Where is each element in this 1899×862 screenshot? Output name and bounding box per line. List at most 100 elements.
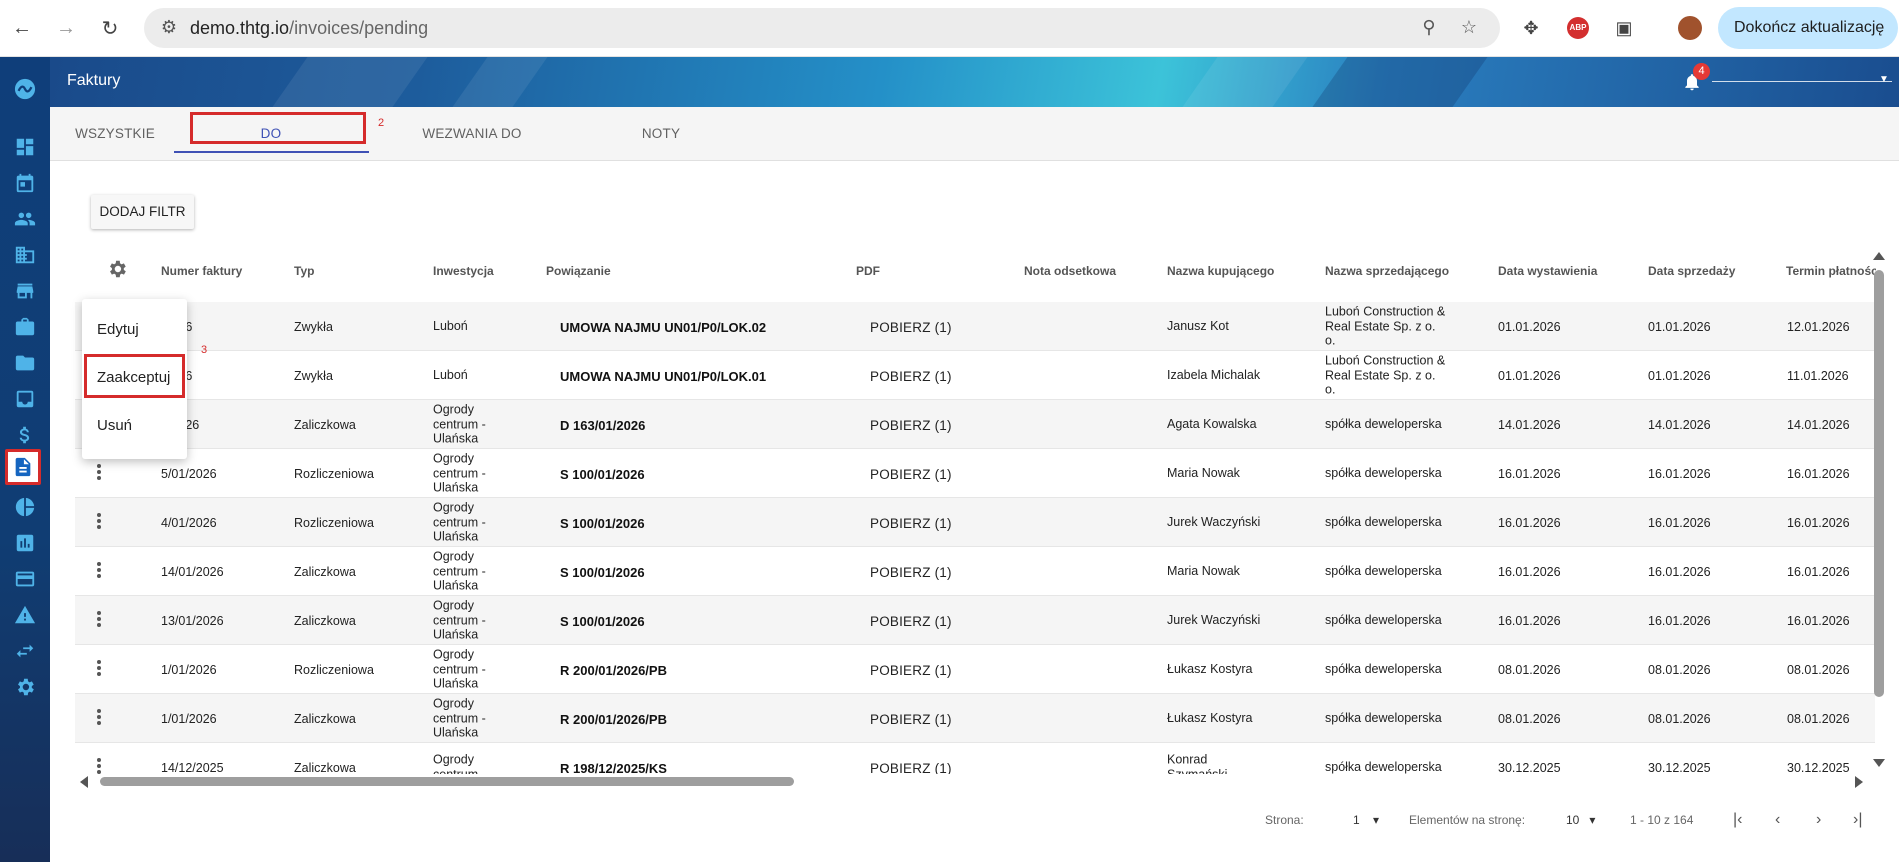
scroll-down-icon[interactable] [1873,759,1885,767]
invoice-tabs: WSZYSTKIE DO ZAAKCEPTOWANIA 2 WEZWANIA D… [50,107,1899,195]
cell-inwestycja: Luboń [433,318,468,333]
table-row[interactable]: 5/01/2026 Rozliczeniowa Ogrody centrum - U… [75,449,1875,498]
table-row[interactable]: 13/01/2026 Zaliczkowa Ogrody centrum - Ula… [75,596,1875,645]
finish-update-button[interactable]: Dokończ aktualizację ⋮ [1718,7,1899,49]
app-logo-icon[interactable] [10,75,40,103]
column-header[interactable]: Data sprzedaży [1648,264,1735,278]
scroll-left-icon[interactable] [80,776,88,788]
column-header[interactable]: Nazwa sprzedającego [1325,264,1449,278]
download-pdf-link[interactable]: POBIERZ (1) [870,320,952,335]
more-vert-icon[interactable] [96,757,102,774]
column-header[interactable]: Powiązanie [546,264,611,278]
url-text[interactable]: demo.thtg.io/invoices/pending [190,18,428,39]
move-extension-icon[interactable]: ✥ [1517,14,1545,42]
reload-icon[interactable]: ↻ [96,14,124,42]
page-select[interactable]: 1 ▾ [1353,813,1379,827]
column-header[interactable]: Nota odsetkowa [1024,264,1116,278]
cell-wystawienia: 14.01.2026 [1498,418,1561,432]
cell-powiazanie: R 200/01/2026/PB [560,663,667,678]
scroll-up-icon[interactable] [1873,252,1885,260]
table-row[interactable]: 1/2026ZaliczkowaOgrody centrum - Ulańska… [75,400,1875,449]
column-header[interactable]: PDF [856,264,880,278]
vertical-scroll-thumb[interactable] [1874,270,1884,697]
cell-kupujacy: Łukasz Kostyra [1167,710,1253,725]
cell-sprzedazy: 08.01.2026 [1648,712,1711,726]
next-page-icon[interactable]: › [1816,811,1821,829]
column-header[interactable]: Termin płatnośc [1786,264,1876,278]
column-header[interactable]: Numer faktury [161,264,242,278]
cell-termin: 11.01.2026 [1787,369,1849,383]
cell-numer: 4/01/2026 [161,516,217,530]
column-header[interactable]: Inwestycja [433,264,494,278]
table-row[interactable]: /2026ZwykłaLubońUMOWA NAJMU UN01/P0/LOK.… [75,302,1875,351]
cell-wystawienia: 08.01.2026 [1498,712,1561,726]
chevron-down-icon[interactable]: ▼ [1879,74,1889,85]
more-vert-icon[interactable] [96,610,102,630]
table-row[interactable]: 1/01/2026 Zaliczkowa Ogrody centrum - Ulań… [75,694,1875,743]
cell-typ: Rozliczeniowa [294,467,374,481]
more-vert-icon[interactable] [96,708,102,728]
download-pdf-link[interactable]: POBIERZ (1) [870,516,952,531]
back-icon[interactable]: ← [8,14,36,42]
buildings-icon[interactable] [10,241,40,269]
scroll-right-icon[interactable] [1855,776,1863,788]
column-header[interactable]: Nazwa kupującego [1167,264,1274,278]
table-row[interactable]: 1/01/2026 Rozliczeniowa Ogrody centrum - U… [75,645,1875,694]
table-row[interactable]: 4/01/2026 Rozliczeniowa Ogrody centrum - U… [75,498,1875,547]
address-bar[interactable]: ⚙ demo.thtg.io/invoices/pending ⚲ ☆ [144,8,1500,48]
cell-kupujacy: Janusz Kot [1167,318,1229,333]
edit-menu-item[interactable]: Edytuj [97,321,139,338]
tab-interest-notes[interactable]: NOTY ODSETKOWE [599,107,723,195]
forward-icon[interactable]: → [52,14,80,42]
cell-sprzedajacy: Luboń Construction & Real Estate Sp. z o… [1325,353,1446,397]
download-pdf-link[interactable]: POBIERZ (1) [870,712,952,727]
cell-wystawienia: 01.01.2026 [1498,320,1561,334]
table-row[interactable]: 14/01/2026 Zaliczkowa Ogrody centrum - Ula… [75,547,1875,596]
more-vert-icon[interactable] [96,561,102,581]
download-pdf-link[interactable]: POBIERZ (1) [870,418,952,433]
adblock-icon[interactable]: ABP [1564,14,1592,42]
cell-inwestycja: Ogrody centrum - [433,752,486,775]
page-range: 1 - 10 z 164 [1630,813,1694,827]
dashboard-icon[interactable] [10,133,40,161]
tab-all[interactable]: WSZYSTKIE [74,107,156,161]
add-filter-button[interactable]: DODAJ FILTR [91,195,194,229]
more-vert-icon[interactable] [96,659,102,679]
download-pdf-link[interactable]: POBIERZ (1) [870,467,952,482]
more-vert-icon[interactable] [96,512,102,532]
column-header[interactable]: Typ [294,264,314,278]
people-icon[interactable] [10,205,40,233]
zoom-icon[interactable]: ⚲ [1418,17,1440,39]
cell-kupujacy: Jurek Waczyński [1167,514,1261,529]
table-row[interactable]: /2026ZwykłaLubońUMOWA NAJMU UN01/P0/LOK.… [75,351,1875,400]
site-settings-icon[interactable]: ⚙ [158,17,180,39]
download-pdf-link[interactable]: POBIERZ (1) [870,663,952,678]
company-select[interactable] [1712,81,1892,82]
profile-avatar-icon[interactable] [1676,14,1704,42]
download-pdf-link[interactable]: POBIERZ (1) [870,614,952,629]
tab-payment-requests[interactable]: WEZWANIA DO ZAPŁATY [392,107,552,195]
more-vert-icon[interactable] [96,463,102,483]
download-pdf-link[interactable]: POBIERZ (1) [870,369,952,384]
cell-sprzedajacy: spółka deweloperska [1325,416,1442,431]
per-page-select[interactable]: 10 ▾ [1566,813,1595,827]
calendar-icon[interactable] [10,169,40,197]
column-settings-icon[interactable] [106,258,128,280]
delete-menu-item[interactable]: Usuń [97,417,132,434]
column-header[interactable]: Data wystawienia [1498,264,1597,278]
cell-powiazanie: UMOWA NAJMU UN01/P0/LOK.02 [560,320,767,335]
first-page-icon[interactable]: |‹ [1733,811,1742,829]
download-pdf-link[interactable]: POBIERZ (1) [870,761,952,774]
cell-typ: Rozliczeniowa [294,663,374,677]
table-row[interactable]: 14/12/2025 Zaliczkowa Ogrody centrum - R 19… [75,743,1875,774]
cell-kupujacy: Konrad Szymański [1167,752,1228,775]
cell-typ: Zaliczkowa [294,565,356,579]
app-header: Faktury 4 ▼ IP [50,57,1899,107]
last-page-icon[interactable]: ›| [1853,811,1862,829]
horizontal-scroll-thumb[interactable] [100,777,794,786]
extensions-puzzle-icon[interactable]: ▣ [1610,14,1638,42]
bookmark-star-icon[interactable]: ☆ [1458,17,1480,39]
accept-menu-item[interactable]: Zaakceptuj [97,369,170,386]
download-pdf-link[interactable]: POBIERZ (1) [870,565,952,580]
previous-page-icon[interactable]: ‹ [1775,811,1780,829]
